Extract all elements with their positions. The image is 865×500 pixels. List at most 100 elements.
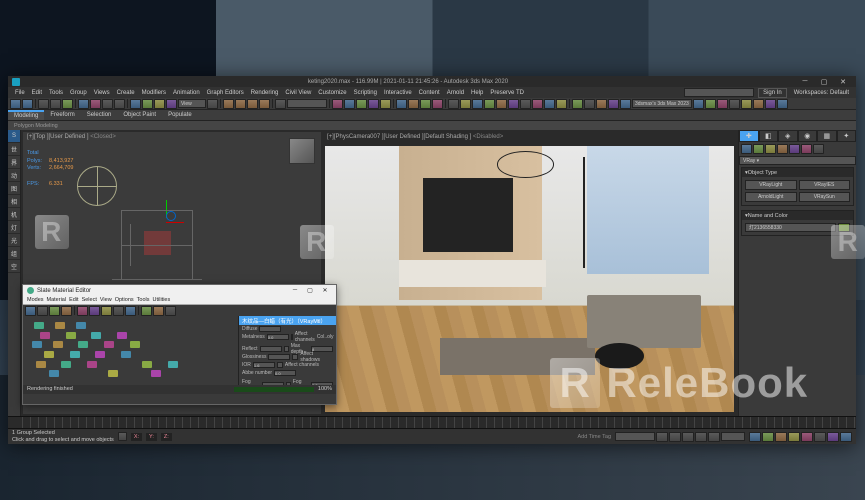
add-time-tag[interactable]: Add Time Tag bbox=[577, 434, 611, 440]
tool-btn[interactable] bbox=[584, 99, 595, 109]
rollout-header[interactable]: ▾ Name and Color bbox=[742, 211, 853, 220]
object-type-button[interactable]: ArnoldLight bbox=[745, 192, 797, 202]
nav-button[interactable] bbox=[814, 432, 826, 442]
menu-scripting[interactable]: Scripting bbox=[351, 90, 380, 96]
tool-btn[interactable] bbox=[544, 99, 555, 109]
spacewarps-category[interactable] bbox=[801, 144, 812, 154]
motion-tab[interactable]: ◉ bbox=[798, 130, 818, 142]
play-button[interactable] bbox=[682, 432, 694, 442]
sme-menu-material[interactable]: Material bbox=[47, 297, 67, 303]
bind-button[interactable] bbox=[62, 99, 73, 109]
tool-btn[interactable] bbox=[693, 99, 704, 109]
menu-help[interactable]: Help bbox=[468, 90, 486, 96]
menu-create[interactable]: Create bbox=[114, 90, 138, 96]
scale-button[interactable] bbox=[154, 99, 165, 109]
tool-btn[interactable] bbox=[596, 99, 607, 109]
workspaces-dropdown[interactable]: Workspaces: Default bbox=[791, 90, 852, 96]
tool-tab[interactable]: 组 bbox=[8, 247, 20, 260]
viewcube[interactable] bbox=[289, 138, 315, 164]
zoom-extents-button[interactable] bbox=[775, 432, 787, 442]
tool-tab[interactable]: 灯 bbox=[8, 221, 20, 234]
zoom-button[interactable] bbox=[762, 432, 774, 442]
sme-tool-btn[interactable] bbox=[25, 306, 36, 316]
nav-button[interactable] bbox=[840, 432, 852, 442]
tool-tab[interactable]: 动 bbox=[8, 169, 20, 182]
metalness-input[interactable] bbox=[267, 334, 289, 340]
menu-preserve-td[interactable]: Preserve TD bbox=[487, 90, 527, 96]
coord-y[interactable]: Y: bbox=[146, 433, 157, 441]
sme-tool-btn[interactable] bbox=[125, 306, 136, 316]
sme-menu-edit[interactable]: Edit bbox=[69, 297, 78, 303]
viewport-label[interactable]: [+][Top ][User Defined ] <Closed> bbox=[27, 134, 116, 140]
menu-tools[interactable]: Tools bbox=[46, 90, 66, 96]
utilities-tab[interactable]: ✦ bbox=[837, 130, 857, 142]
check[interactable] bbox=[284, 346, 289, 352]
scene-explorer-tab[interactable]: S bbox=[8, 130, 20, 143]
menu-customize[interactable]: Customize bbox=[315, 90, 349, 96]
sme-menu-view[interactable]: View bbox=[100, 297, 112, 303]
viewport-label[interactable]: [+][PhysCamera007 ][User Defined ][Defau… bbox=[327, 134, 503, 140]
abbe-input[interactable] bbox=[274, 370, 296, 376]
align-button[interactable] bbox=[344, 99, 355, 109]
tool-btn[interactable] bbox=[448, 99, 459, 109]
sme-tool-btn[interactable] bbox=[89, 306, 100, 316]
sme-tool-btn[interactable] bbox=[141, 306, 152, 316]
coord-x[interactable]: X: bbox=[131, 433, 142, 441]
tool-btn[interactable] bbox=[508, 99, 519, 109]
sme-titlebar[interactable]: Slate Material Editor ─ ▢ ✕ bbox=[23, 285, 336, 296]
menu-views[interactable]: Views bbox=[91, 90, 113, 96]
tool-tab[interactable]: 世 bbox=[8, 143, 20, 156]
tool-btn[interactable] bbox=[556, 99, 567, 109]
ribbon-tab-populate[interactable]: Populate bbox=[162, 110, 198, 120]
ribbon-tab-modeling[interactable]: Modeling bbox=[8, 110, 44, 120]
sme-tool-btn[interactable] bbox=[165, 306, 176, 316]
check[interactable] bbox=[291, 334, 293, 340]
tool-tab[interactable]: 光 bbox=[8, 234, 20, 247]
tool-btn[interactable] bbox=[472, 99, 483, 109]
rotation-gizmo[interactable] bbox=[77, 166, 117, 206]
object-name-input[interactable]: 灯2136558330 bbox=[745, 223, 836, 232]
ribbon-tab-objectpaint[interactable]: Object Paint bbox=[117, 110, 162, 120]
lights-category[interactable] bbox=[765, 144, 776, 154]
systems-category[interactable] bbox=[813, 144, 824, 154]
tool-tab[interactable]: 空 bbox=[8, 260, 20, 273]
material-editor-button[interactable] bbox=[396, 99, 407, 109]
tool-btn[interactable] bbox=[741, 99, 752, 109]
undo-button[interactable] bbox=[10, 99, 21, 109]
schematic-button[interactable] bbox=[380, 99, 391, 109]
geometry-category[interactable] bbox=[741, 144, 752, 154]
hierarchy-tab[interactable]: ◈ bbox=[778, 130, 798, 142]
tool-btn[interactable] bbox=[496, 99, 507, 109]
menu-group[interactable]: Group bbox=[67, 90, 90, 96]
check[interactable] bbox=[292, 354, 298, 360]
menu-modifiers[interactable]: Modifiers bbox=[139, 90, 169, 96]
create-tab[interactable]: ✚ bbox=[739, 130, 759, 142]
rollout-header[interactable]: ▾ Object Type bbox=[742, 168, 853, 177]
menu-animation[interactable]: Animation bbox=[170, 90, 203, 96]
sme-tool-btn[interactable] bbox=[49, 306, 60, 316]
window-crossing-button[interactable] bbox=[114, 99, 125, 109]
signin-button[interactable]: Sign In bbox=[758, 88, 787, 98]
menu-civil-view[interactable]: Civil View bbox=[282, 90, 314, 96]
ribbon-tab-freeform[interactable]: Freeform bbox=[44, 110, 80, 120]
ref-coord-dropdown[interactable]: View bbox=[178, 99, 206, 108]
select-name-button[interactable] bbox=[90, 99, 101, 109]
sme-tool-btn[interactable] bbox=[153, 306, 164, 316]
tool-btn[interactable] bbox=[608, 99, 619, 109]
modify-tab[interactable]: ◧ bbox=[759, 130, 779, 142]
display-tab[interactable]: ▦ bbox=[817, 130, 837, 142]
tool-btn[interactable] bbox=[572, 99, 583, 109]
anim-frame-current[interactable] bbox=[721, 432, 745, 441]
prev-frame-button[interactable] bbox=[669, 432, 681, 442]
tool-btn[interactable] bbox=[484, 99, 495, 109]
check[interactable] bbox=[277, 362, 283, 368]
timeline[interactable] bbox=[8, 416, 856, 428]
coord-z[interactable]: Z: bbox=[161, 433, 172, 441]
anim-frame-field[interactable] bbox=[615, 432, 655, 441]
sme-tool-btn[interactable] bbox=[77, 306, 88, 316]
mirror-button[interactable] bbox=[332, 99, 343, 109]
object-type-button[interactable]: VRaySun bbox=[799, 192, 851, 202]
ribbon-sub[interactable]: Polygon Modeling bbox=[8, 121, 856, 130]
param-header[interactable]: 木纹品—白蜡（有光）（VRayMtl） bbox=[239, 316, 336, 325]
tool-tab[interactable]: 机 bbox=[8, 208, 20, 221]
